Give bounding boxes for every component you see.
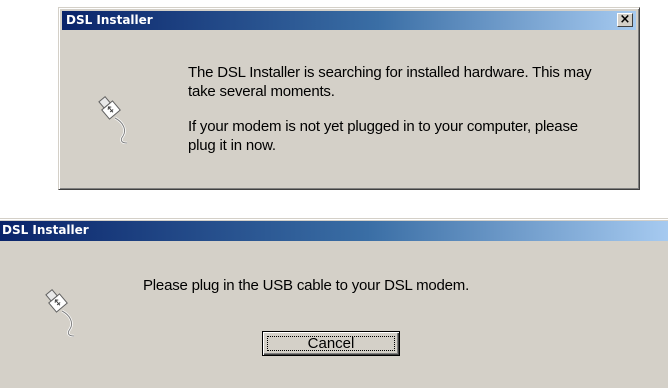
window-title: DSL Installer — [66, 13, 153, 27]
usb-cable-icon — [98, 95, 128, 144]
cancel-button[interactable]: Cancel — [262, 331, 400, 356]
dsl-installer-dialog-searching: DSL Installer × The DSL Installer is sea… — [58, 7, 640, 190]
title-bar[interactable]: DSL Installer — [0, 221, 668, 241]
title-bar[interactable]: DSL Installer × — [62, 11, 636, 30]
plug-usb-message: Please plug in the USB cable to your DSL… — [143, 277, 470, 294]
close-button[interactable]: × — [617, 12, 633, 27]
plug-in-modem-message: If your modem is not yet plugged in to y… — [188, 118, 578, 154]
usb-cable-icon — [45, 288, 75, 337]
close-icon: × — [619, 12, 631, 27]
window-title: DSL Installer — [2, 223, 89, 237]
searching-message: The DSL Installer is searching for insta… — [188, 64, 592, 100]
dsl-installer-dialog-plug-usb: DSL Installer Please plug in the USB cab… — [0, 218, 668, 388]
cancel-label: Cancel — [307, 335, 355, 352]
